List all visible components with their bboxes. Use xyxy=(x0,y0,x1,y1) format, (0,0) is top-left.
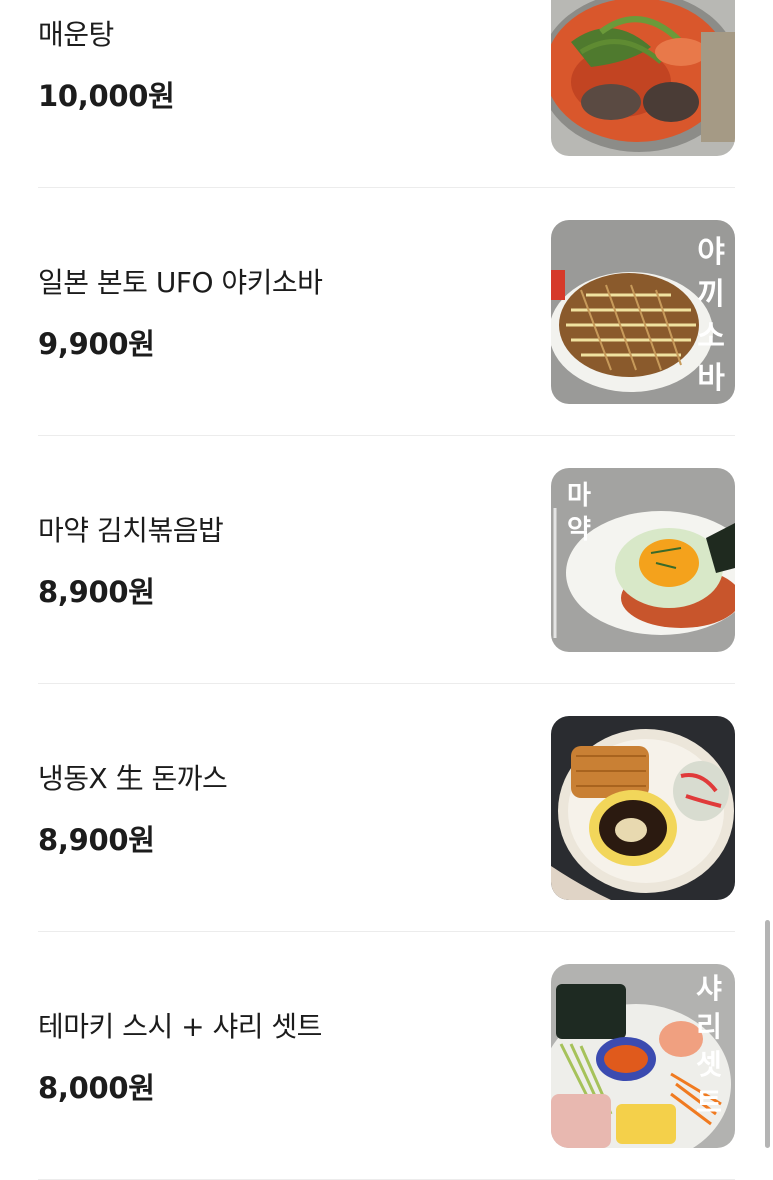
menu-item-name: 마약 김치볶음밥 xyxy=(38,513,224,547)
menu-item-price: 8,000원 xyxy=(38,1070,155,1105)
menu-list: 매운탕 10,000원 일본 본토 UFO 야키소바 9,900원 야 끼 소 … xyxy=(0,0,773,1180)
photo-caption-char: 트 xyxy=(696,1086,722,1119)
photo-caption-char: 야 xyxy=(697,235,725,270)
menu-item[interactable]: 일본 본토 UFO 야키소바 9,900원 야 끼 소 바 xyxy=(38,188,735,436)
menu-item-text: 매운탕 10,000원 xyxy=(38,13,175,115)
menu-item-text: 테마키 스시 + 샤리 셋트 8,000원 xyxy=(38,1005,322,1107)
menu-item-name: 테마키 스시 + 샤리 셋트 xyxy=(38,1009,322,1043)
temaki-sushi-set-photo[interactable]: 샤 리 셋 트 xyxy=(551,963,735,1148)
photo-caption-char: 셋 xyxy=(696,1048,722,1081)
menu-item[interactable]: 매운탕 10,000원 xyxy=(38,0,735,188)
menu-item-name: 일본 본토 UFO 야키소바 xyxy=(38,265,323,299)
menu-item-text: 일본 본토 UFO 야키소바 9,900원 xyxy=(38,261,323,363)
menu-item-name: 매운탕 xyxy=(38,17,114,51)
photo-caption-char: 끼 xyxy=(697,277,725,312)
kimchi-fried-rice-photo[interactable]: 마 약 xyxy=(551,467,735,652)
photo-caption-char: 약 xyxy=(567,515,591,545)
scrollbar[interactable] xyxy=(765,920,770,1148)
menu-item-text: 마약 김치볶음밥 8,900원 xyxy=(38,509,224,611)
menu-item-text: 냉동X 生 돈까스 8,900원 xyxy=(38,757,228,859)
photo-caption-char: 샤 xyxy=(696,972,722,1005)
photo-caption-char: 리 xyxy=(696,1010,722,1043)
yakisoba-photo[interactable]: 야 끼 소 바 xyxy=(551,219,735,404)
photo-caption-char: 마 xyxy=(567,481,591,511)
menu-item[interactable]: 냉동X 生 돈까스 8,900원 xyxy=(38,684,735,932)
photo-caption-char: 소 xyxy=(697,319,725,354)
menu-item-price: 9,900원 xyxy=(38,326,155,361)
spicy-fish-stew-photo[interactable] xyxy=(551,0,735,156)
menu-item[interactable]: 마약 김치볶음밥 8,900원 마 약 xyxy=(38,436,735,684)
menu-item-price: 8,900원 xyxy=(38,822,155,857)
menu-item-price: 8,900원 xyxy=(38,574,155,609)
photo-caption-char: 바 xyxy=(697,361,725,396)
pork-cutlet-photo[interactable] xyxy=(551,715,735,900)
menu-item[interactable]: 테마키 스시 + 샤리 셋트 8,000원 샤 리 셋 트 xyxy=(38,932,735,1180)
menu-item-name: 냉동X 生 돈까스 xyxy=(38,761,228,795)
menu-item-price: 10,000원 xyxy=(38,78,175,113)
